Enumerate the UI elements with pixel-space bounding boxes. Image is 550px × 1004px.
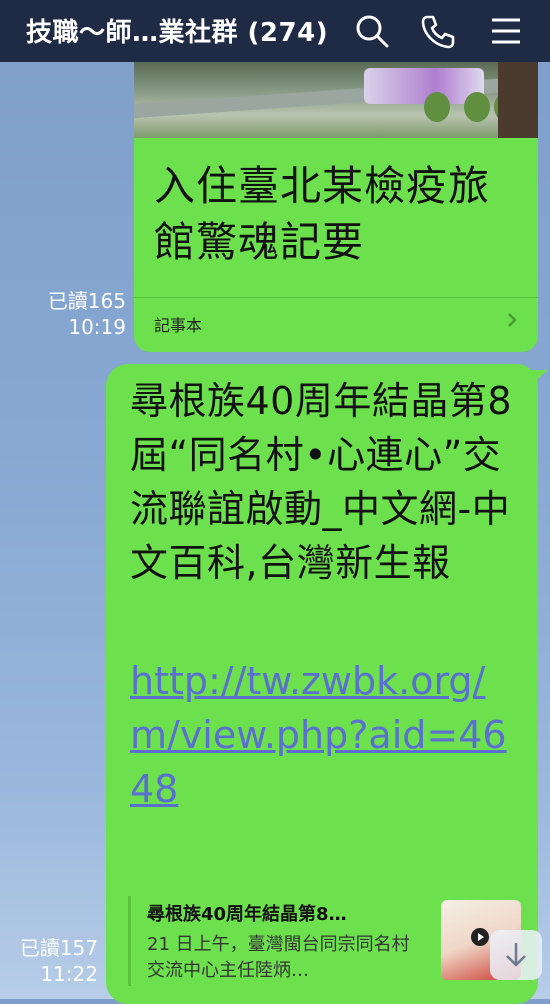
card-divider (134, 297, 538, 298)
play-icon (471, 928, 489, 946)
chat-header: 技職～師…業社群 (274) (0, 0, 550, 62)
read-count: 已讀157 (19, 936, 98, 960)
message-time: 10:19 (68, 315, 126, 339)
article-card[interactable]: 入住臺北某檢疫旅館驚魂記要 記事本 (134, 62, 538, 352)
phone-icon[interactable] (415, 9, 459, 53)
article-headline: 入住臺北某檢疫旅館驚魂記要 (154, 162, 490, 266)
menu-icon[interactable] (484, 9, 528, 53)
message-text: 尋根族40周年結晶第8屆“同名村•心連心”交流聯誼啟動_中文網-中文百科,台灣新… (130, 379, 513, 585)
search-icon[interactable] (350, 9, 394, 53)
article-source: 記事本 (154, 316, 203, 335)
read-receipt: 已讀165 10:19 (20, 288, 126, 340)
read-count: 已讀165 (47, 289, 126, 313)
link-preview[interactable]: 尋根族40周年結晶第8… 21 日上午，臺灣閩台同宗同名村交流中心主任陸炳… (128, 896, 531, 986)
message-link[interactable]: http://tw.zwbk.org/m/view.php?aid=4648 (130, 654, 530, 816)
article-thumbnail (134, 62, 538, 138)
preview-description: 21 日上午，臺灣閩台同宗同名村交流中心主任陸炳… (147, 934, 410, 981)
chat-title[interactable]: 技職～師…業社群 (274) (26, 12, 328, 49)
read-receipt: 已讀157 11:22 (0, 935, 98, 987)
chevron-right-icon (508, 313, 517, 327)
preview-title: 尋根族40周年結晶第8… (147, 904, 347, 925)
message-bubble[interactable]: 尋根族40周年結晶第8屆“同名村•心連心”交流聯誼啟動_中文網-中文百科,台灣新… (106, 364, 548, 1004)
message-time: 11:22 (40, 962, 98, 986)
arrow-down-icon (506, 943, 526, 967)
scroll-down-button[interactable] (490, 930, 542, 980)
